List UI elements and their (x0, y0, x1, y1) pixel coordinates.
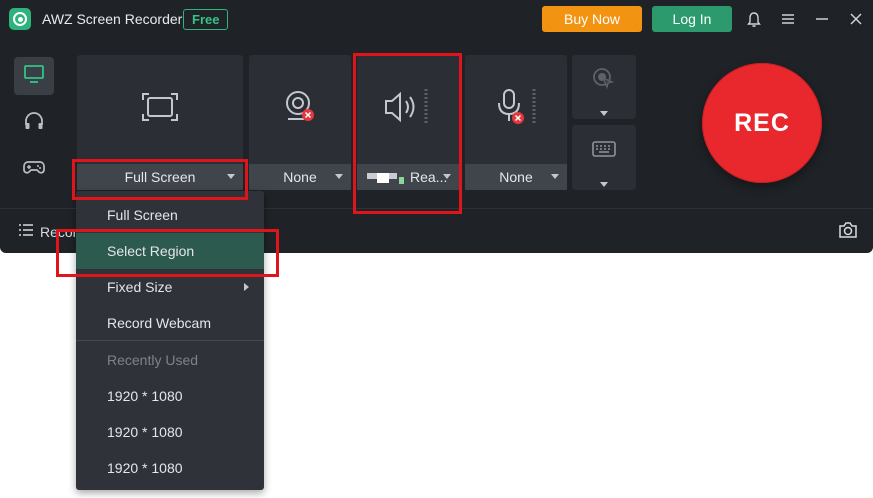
gamepad-icon (22, 157, 46, 182)
headphones-icon (23, 111, 45, 136)
monitor-icon (23, 64, 45, 89)
minimize-icon[interactable] (812, 9, 832, 29)
camera-icon[interactable] (838, 221, 858, 244)
menu-divider (76, 340, 264, 341)
bell-icon[interactable] (744, 9, 764, 29)
keystroke-button[interactable] (572, 125, 636, 190)
microphone-icon (490, 87, 542, 132)
webcam-icon (282, 89, 318, 130)
log-in-button[interactable]: Log In (652, 6, 732, 32)
microphone-select-value: None (499, 169, 533, 185)
awz-logo-icon (9, 8, 31, 30)
cursor-click-icon (592, 67, 616, 96)
title-bar: AWZ Screen Recorder Free Buy Now Log In (0, 0, 873, 40)
menu-item-full-screen[interactable]: Full Screen (76, 197, 264, 233)
cursor-effects-button[interactable] (572, 55, 636, 119)
recent-size-item[interactable]: 1920 * 1080 (76, 414, 264, 450)
recent-size-item[interactable]: 1920 * 1080 (76, 450, 264, 486)
buy-now-button[interactable]: Buy Now (542, 6, 642, 32)
chevron-down-icon (335, 174, 343, 179)
recently-used-header: Recently Used (107, 352, 199, 368)
free-badge: Free (183, 9, 229, 30)
recent-size-item[interactable]: 1920 * 1080 (76, 378, 264, 414)
chevron-down-icon (600, 182, 608, 187)
menu-icon[interactable] (778, 9, 798, 29)
webcam-select-value: None (283, 169, 317, 185)
microphone-select[interactable]: None (465, 164, 567, 190)
nav-audio-record[interactable] (14, 104, 54, 142)
nav-screen-record[interactable] (14, 57, 54, 95)
app-title: AWZ Screen Recorder (42, 11, 183, 27)
menu-item-fixed-size-label: Fixed Size (107, 279, 173, 295)
webcam-panel[interactable]: None (249, 55, 351, 190)
keyboard-icon (592, 140, 616, 163)
chevron-right-icon (244, 283, 249, 291)
nav-game-record[interactable] (14, 150, 54, 188)
chevron-down-icon (600, 111, 608, 116)
screen-region-icon (140, 91, 180, 128)
menu-item-record-webcam[interactable]: Record Webcam (76, 305, 264, 341)
annotation-box-region-select (72, 159, 248, 200)
rec-button[interactable]: REC (702, 63, 822, 183)
close-icon[interactable] (846, 9, 866, 29)
microphone-panel[interactable]: None (465, 55, 567, 190)
annotation-box-system-audio (353, 53, 462, 214)
list-icon[interactable] (18, 223, 34, 242)
annotation-box-select-region (56, 229, 279, 277)
chevron-down-icon (551, 174, 559, 179)
webcam-select[interactable]: None (249, 164, 351, 190)
